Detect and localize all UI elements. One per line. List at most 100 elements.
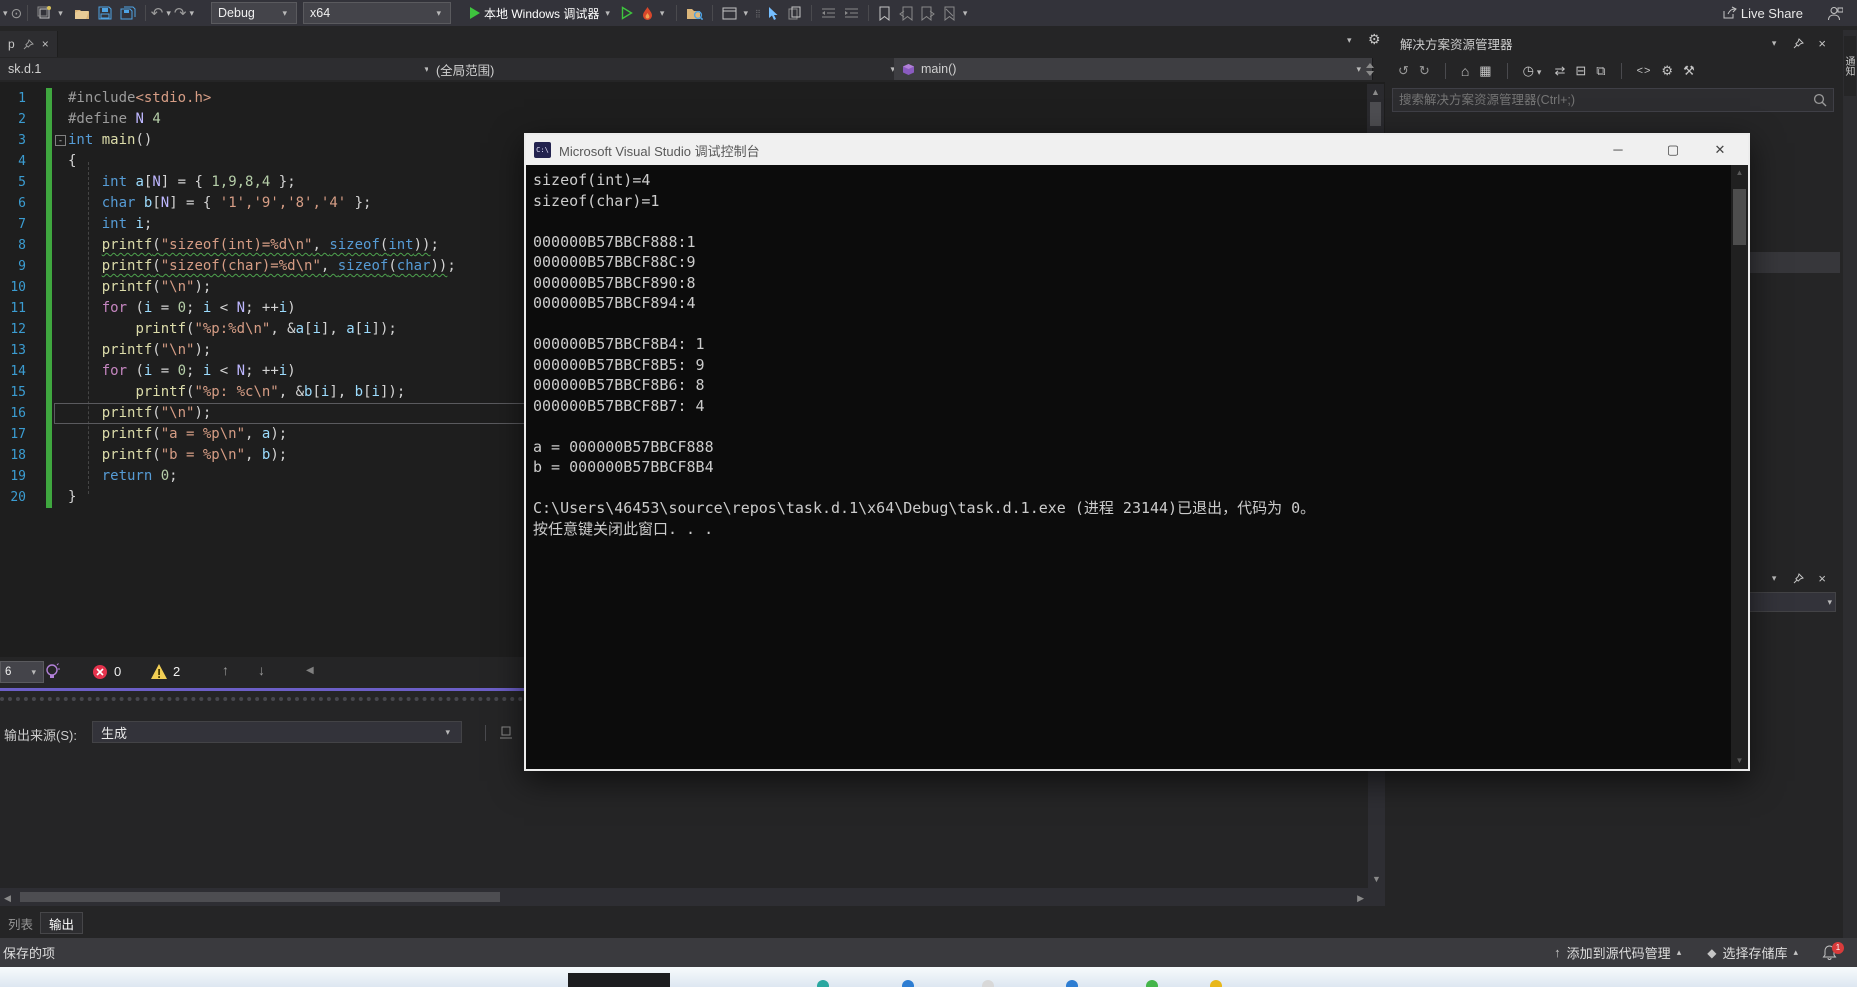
taskbar-app-icon[interactable] bbox=[1210, 980, 1222, 987]
taskbar-app-icon[interactable] bbox=[817, 980, 829, 987]
copy-lines-button[interactable] bbox=[784, 1, 806, 25]
live-share-button[interactable]: Live Share bbox=[1718, 1, 1807, 25]
scroll-left-icon[interactable]: ◀ bbox=[4, 893, 11, 904]
solution-search-input[interactable] bbox=[1393, 93, 1813, 107]
scroll-down-icon[interactable]: ▼ bbox=[1372, 874, 1381, 884]
h-scrollbar-thumb[interactable] bbox=[20, 892, 500, 902]
console-scrollbar-thumb[interactable] bbox=[1733, 189, 1746, 245]
window-position-dropdown-icon[interactable]: ▾ bbox=[1769, 38, 1780, 49]
console-scrollbar[interactable]: ▲ ▼ bbox=[1731, 165, 1748, 769]
solution-explorer-header[interactable]: 解决方案资源管理器 ▾ × bbox=[1392, 30, 1840, 56]
tab-error-list[interactable]: 列表 bbox=[0, 912, 41, 934]
intellisense-lightbulb-icon[interactable] bbox=[44, 663, 60, 680]
next-bookmark-button[interactable] bbox=[917, 1, 939, 25]
pin-icon[interactable] bbox=[1793, 572, 1805, 584]
error-count-icon[interactable] bbox=[92, 664, 108, 680]
editor-options-dropdown-icon[interactable]: ▾ bbox=[1344, 35, 1355, 46]
start-without-debugging-button[interactable] bbox=[617, 1, 637, 25]
find-in-files-button[interactable] bbox=[682, 1, 707, 25]
view-code-icon[interactable]: <> bbox=[1637, 65, 1652, 77]
output-content[interactable]: ◀ ▶ ▼ bbox=[0, 750, 1385, 908]
toolbar-overflow-icon[interactable]: ▾ bbox=[0, 8, 11, 19]
code-line[interactable]: 1 #include<stdio.h> bbox=[0, 88, 1385, 109]
sign-in-button[interactable] bbox=[1823, 1, 1847, 25]
home-icon[interactable]: ⌂ bbox=[1461, 63, 1469, 79]
undo-dropdown-icon[interactable]: ▾ bbox=[163, 8, 174, 19]
pin-icon[interactable] bbox=[23, 38, 34, 50]
console-close-button[interactable]: ✕ bbox=[1700, 135, 1740, 165]
clear-output-icon[interactable] bbox=[498, 725, 514, 741]
minimize-button[interactable]: ─ bbox=[1598, 135, 1638, 165]
maximize-button[interactable]: ▢ bbox=[1653, 135, 1693, 165]
redo-icon[interactable]: ↷ bbox=[174, 4, 187, 22]
scroll-up-icon[interactable]: ▲ bbox=[1731, 165, 1748, 181]
notifications-vertical-tab[interactable]: 通知 bbox=[1844, 36, 1856, 96]
nav-back-icon[interactable]: ↺ bbox=[1398, 63, 1409, 79]
scroll-down-icon[interactable]: ▼ bbox=[1731, 753, 1748, 769]
sync-with-active-document-icon[interactable]: ⇄ bbox=[1554, 63, 1565, 79]
hot-reload-button[interactable]: ▾ bbox=[637, 1, 672, 25]
selection-mode-button[interactable] bbox=[762, 1, 784, 25]
start-debugging-button[interactable]: 本地 Windows 调试器 ▾ bbox=[465, 1, 617, 25]
clear-bookmarks-button[interactable] bbox=[939, 1, 960, 25]
close-icon[interactable]: × bbox=[1818, 571, 1826, 586]
scroll-right-icon[interactable]: ▶ bbox=[1357, 893, 1364, 904]
warning-count-icon[interactable] bbox=[150, 663, 168, 680]
taskbar-app-icon[interactable] bbox=[1146, 980, 1158, 987]
properties-wrench-icon[interactable]: ⚙ bbox=[1661, 63, 1673, 79]
increase-indent-button[interactable] bbox=[840, 1, 863, 25]
decrease-indent-button[interactable] bbox=[817, 1, 840, 25]
taskbar-app-icon[interactable] bbox=[982, 980, 994, 987]
taskbar-app-icon[interactable] bbox=[902, 980, 914, 987]
save-button[interactable] bbox=[94, 1, 116, 25]
scope-dropdown[interactable]: (全局范围) ▾ bbox=[428, 58, 907, 80]
previous-bookmark-button[interactable] bbox=[895, 1, 917, 25]
code-line[interactable]: 2 #define N 4 bbox=[0, 109, 1385, 130]
error-filter-dropdown[interactable]: 6 ▾ bbox=[0, 661, 44, 683]
error-count[interactable]: 0 bbox=[114, 664, 121, 679]
next-issue-icon[interactable]: ↓ bbox=[258, 662, 265, 678]
switch-views-icon[interactable]: ▦ bbox=[1479, 63, 1491, 79]
solution-search-box[interactable] bbox=[1392, 88, 1834, 112]
redo-dropdown-icon[interactable]: ▾ bbox=[186, 8, 197, 19]
scroll-up-icon[interactable]: ▲ bbox=[1367, 84, 1384, 100]
taskbar-app-icon[interactable] bbox=[1066, 980, 1078, 987]
solution-configuration-dropdown[interactable]: Debug ▾ bbox=[211, 2, 298, 24]
output-horizontal-scrollbar[interactable]: ◀ ▶ bbox=[0, 888, 1368, 906]
gear-icon[interactable]: ⚙ bbox=[1368, 31, 1381, 48]
show-all-files-icon[interactable]: ⧉ bbox=[1596, 63, 1605, 79]
editor-scrollbar-thumb[interactable] bbox=[1370, 102, 1381, 126]
pending-changes-filter-icon[interactable]: ◷ ▾ bbox=[1523, 63, 1545, 79]
collapse-all-icon[interactable]: ⊟ bbox=[1575, 63, 1586, 79]
output-vertical-scrollbar[interactable]: ▼ bbox=[1368, 750, 1385, 906]
toggle-bookmark-button[interactable] bbox=[874, 1, 895, 25]
navbar-split-icon[interactable] bbox=[1364, 63, 1376, 76]
window-position-dropdown-icon[interactable]: ▾ bbox=[1769, 573, 1780, 584]
console-title-bar[interactable]: C:\ Microsoft Visual Studio 调试控制台 bbox=[526, 135, 1748, 165]
pin-icon[interactable] bbox=[1793, 37, 1805, 49]
tools-hammer-icon[interactable]: ⚒ bbox=[1683, 63, 1695, 79]
nav-forward-icon[interactable]: ↻ bbox=[1419, 63, 1430, 79]
add-to-source-control-button[interactable]: ↑ 添加到源代码管理 ▴ bbox=[1554, 943, 1681, 962]
select-repository-button[interactable]: ◆ 选择存储库 ▴ bbox=[1707, 943, 1798, 962]
search-icon[interactable] bbox=[1813, 93, 1827, 107]
taskbar-window-preview[interactable] bbox=[568, 973, 670, 987]
output-source-dropdown[interactable]: 生成 ▾ bbox=[92, 721, 462, 743]
close-icon[interactable]: × bbox=[42, 37, 49, 51]
new-project-button[interactable]: ▾ bbox=[33, 1, 70, 25]
close-icon[interactable]: × bbox=[1818, 36, 1826, 51]
save-all-button[interactable] bbox=[116, 1, 140, 25]
windows-taskbar[interactable] bbox=[0, 967, 1857, 987]
navigate-backward-icon[interactable]: ⊙ bbox=[11, 5, 23, 22]
open-folder-button[interactable] bbox=[70, 1, 94, 25]
solution-platform-dropdown[interactable]: x64 ▾ bbox=[303, 2, 452, 24]
fold-collapse-icon[interactable]: - bbox=[55, 135, 66, 146]
editor-scrollbar[interactable]: ▲ bbox=[1367, 84, 1384, 133]
undo-icon[interactable]: ↶ bbox=[151, 4, 164, 22]
notifications-button[interactable]: 1 bbox=[1822, 941, 1844, 961]
previous-issue-icon[interactable]: ↑ bbox=[222, 662, 229, 678]
collapse-panel-icon[interactable]: ◀ bbox=[306, 665, 314, 676]
document-tab[interactable]: p × bbox=[0, 31, 58, 57]
file-dropdown[interactable]: sk.d.1 ▾ bbox=[0, 58, 441, 80]
symbol-dropdown[interactable]: main() ▾ bbox=[894, 58, 1373, 80]
